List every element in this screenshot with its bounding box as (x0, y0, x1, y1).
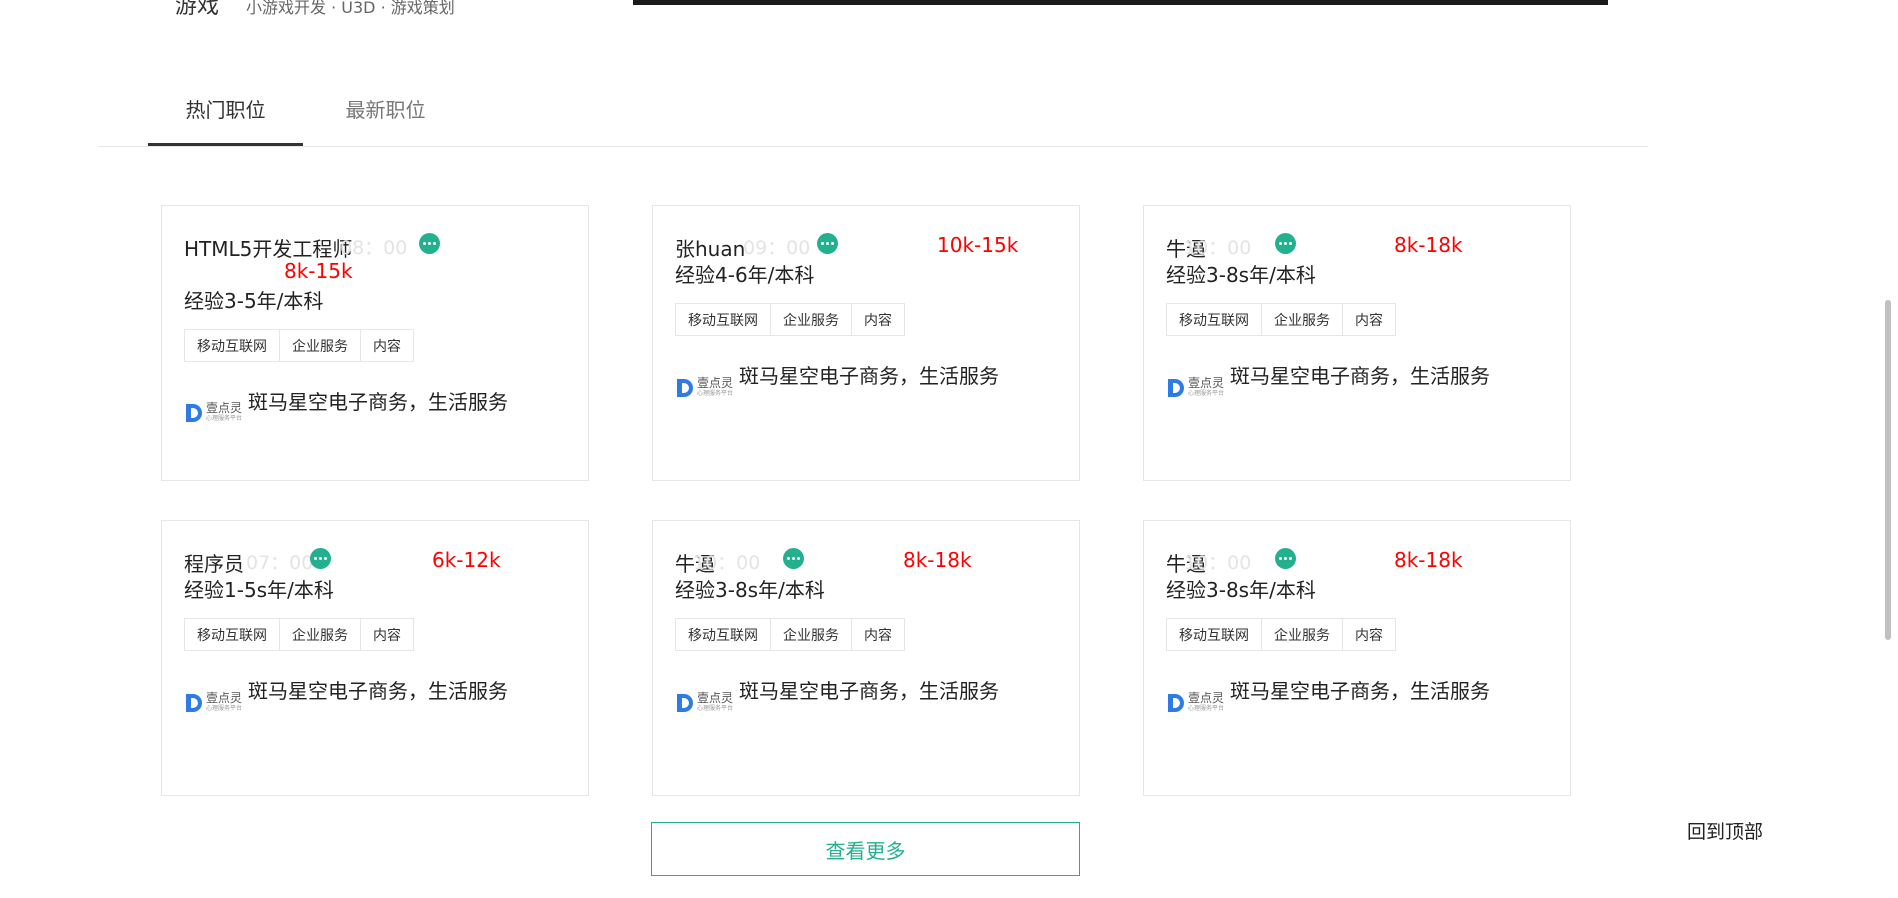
job-card[interactable]: 牛逼 10：00 8k-18k 经验3-8s年/本科 移动互联网 企业服务 内容… (1143, 520, 1571, 796)
company-logo[interactable]: 壹点灵 心理服务平台 (677, 376, 733, 398)
tag: 内容 (360, 329, 414, 362)
chat-bubble-icon[interactable] (419, 233, 440, 254)
job-card[interactable]: 张huan 09：00 10k-15k 经验4-6年/本科 移动互联网 企业服务… (652, 205, 1080, 481)
tag: 移动互联网 (184, 329, 280, 362)
company-logo[interactable]: 壹点灵 心理服务平台 (186, 691, 242, 713)
company-name[interactable]: 斑马星空电子商务，生活服务 (248, 675, 508, 704)
logo-icon (677, 379, 693, 397)
chat-bubble-icon[interactable] (817, 233, 838, 254)
job-requirement: 经验1-5s年/本科 (184, 578, 334, 602)
company-logo[interactable]: 壹点灵 心理服务平台 (677, 691, 733, 713)
tag: 内容 (851, 303, 905, 336)
company-name[interactable]: 斑马星空电子商务，生活服务 (739, 675, 999, 704)
banner-image[interactable] (633, 0, 1608, 5)
view-more-button[interactable]: 查看更多 (651, 822, 1080, 876)
category-row: 游戏 小游戏开发 · U3D · 游戏策划 (175, 0, 455, 20)
logo-text: 壹点灵 (206, 401, 243, 415)
tag: 移动互联网 (1166, 303, 1262, 336)
chat-bubble-icon[interactable] (1275, 233, 1296, 254)
job-tags: 移动互联网 企业服务 内容 (184, 329, 414, 362)
logo-icon (677, 694, 693, 712)
company-name[interactable]: 斑马星空电子商务，生活服务 (1230, 675, 1490, 704)
tag: 企业服务 (279, 618, 361, 651)
job-tags: 移动互联网 企业服务 内容 (1166, 303, 1396, 336)
job-time: 09：00 (743, 237, 811, 259)
job-salary: 8k-18k (1394, 233, 1463, 257)
job-card[interactable]: 牛逼 10：00 8k-18k 经验3-8s年/本科 移动互联网 企业服务 内容… (652, 520, 1080, 796)
logo-subtext: 心理服务平台 (697, 705, 734, 712)
company-name[interactable]: 斑马星空电子商务，生活服务 (739, 360, 999, 389)
job-time: 10：00 (1184, 237, 1252, 259)
scrollbar-thumb[interactable] (1885, 300, 1891, 640)
page-scrollbar[interactable] (1878, 0, 1898, 898)
logo-icon (186, 404, 202, 422)
tab-latest-jobs[interactable]: 最新职位 (308, 86, 463, 146)
job-card[interactable]: 程序员 07：00 6k-12k 经验1-5s年/本科 移动互联网 企业服务 内… (161, 520, 589, 796)
job-title[interactable]: 程序员 (184, 548, 244, 577)
job-salary: 8k-18k (903, 548, 972, 572)
logo-subtext: 心理服务平台 (697, 390, 734, 397)
tag: 企业服务 (1261, 303, 1343, 336)
job-time: 10：00 (1184, 552, 1252, 574)
logo-subtext: 心理服务平台 (206, 705, 243, 712)
chat-bubble-icon[interactable] (1275, 548, 1296, 569)
logo-text: 壹点灵 (697, 691, 734, 705)
company-name[interactable]: 斑马星空电子商务，生活服务 (1230, 360, 1490, 389)
company-logo[interactable]: 壹点灵 心理服务平台 (1168, 376, 1224, 398)
back-to-top-link[interactable]: 回到顶部 (1687, 817, 1763, 844)
logo-subtext: 心理服务平台 (206, 415, 243, 422)
logo-subtext: 心理服务平台 (1188, 705, 1225, 712)
job-requirement: 经验4-6年/本科 (675, 263, 815, 287)
logo-icon (1168, 694, 1184, 712)
logo-text: 壹点灵 (1188, 691, 1225, 705)
job-tags: 移动互联网 企业服务 内容 (675, 303, 905, 336)
job-tags: 移动互联网 企业服务 内容 (675, 618, 905, 651)
logo-icon (186, 694, 202, 712)
tab-hot-jobs[interactable]: 热门职位 (148, 86, 303, 146)
job-card[interactable]: HTML5开发工程师 08：00 8k-15k 经验3-5年/本科 移动互联网 … (161, 205, 589, 481)
job-tags: 移动互联网 企业服务 内容 (184, 618, 414, 651)
job-requirement: 经验3-8s年/本科 (1166, 578, 1316, 602)
job-title[interactable]: 张huan (675, 233, 745, 262)
tag: 企业服务 (1261, 618, 1343, 651)
job-tabs: 热门职位 最新职位 (98, 86, 1648, 147)
tag: 内容 (1342, 303, 1396, 336)
job-time: 08：00 (340, 237, 408, 259)
job-salary: 10k-15k (937, 233, 1019, 257)
job-salary: 6k-12k (432, 548, 501, 572)
tag: 企业服务 (279, 329, 361, 362)
logo-text: 壹点灵 (206, 691, 243, 705)
tag: 移动互联网 (1166, 618, 1262, 651)
tag: 移动互联网 (675, 618, 771, 651)
company-logo[interactable]: 壹点灵 心理服务平台 (186, 401, 242, 423)
category-title[interactable]: 游戏 (175, 0, 219, 19)
logo-icon (1168, 379, 1184, 397)
job-salary: 8k-18k (1394, 548, 1463, 572)
job-title[interactable]: HTML5开发工程师 (184, 233, 352, 262)
tag: 企业服务 (770, 618, 852, 651)
tag: 内容 (1342, 618, 1396, 651)
logo-subtext: 心理服务平台 (1188, 390, 1225, 397)
job-card[interactable]: 牛逼 10：00 8k-18k 经验3-8s年/本科 移动互联网 企业服务 内容… (1143, 205, 1571, 481)
job-tags: 移动互联网 企业服务 内容 (1166, 618, 1396, 651)
tag: 内容 (360, 618, 414, 651)
job-requirement: 经验3-5年/本科 (184, 289, 324, 313)
company-logo[interactable]: 壹点灵 心理服务平台 (1168, 691, 1224, 713)
logo-text: 壹点灵 (697, 376, 734, 390)
company-name[interactable]: 斑马星空电子商务，生活服务 (248, 386, 508, 415)
chat-bubble-icon[interactable] (310, 548, 331, 569)
job-requirement: 经验3-8s年/本科 (675, 578, 825, 602)
tag: 企业服务 (770, 303, 852, 336)
tag: 移动互联网 (184, 618, 280, 651)
job-time: 10：00 (693, 552, 761, 574)
job-requirement: 经验3-8s年/本科 (1166, 263, 1316, 287)
category-sub-items[interactable]: 小游戏开发 · U3D · 游戏策划 (246, 0, 455, 17)
job-salary: 8k-15k (284, 259, 353, 283)
tag: 内容 (851, 618, 905, 651)
chat-bubble-icon[interactable] (783, 548, 804, 569)
tag: 移动互联网 (675, 303, 771, 336)
job-time: 07：00 (246, 552, 314, 574)
logo-text: 壹点灵 (1188, 376, 1225, 390)
